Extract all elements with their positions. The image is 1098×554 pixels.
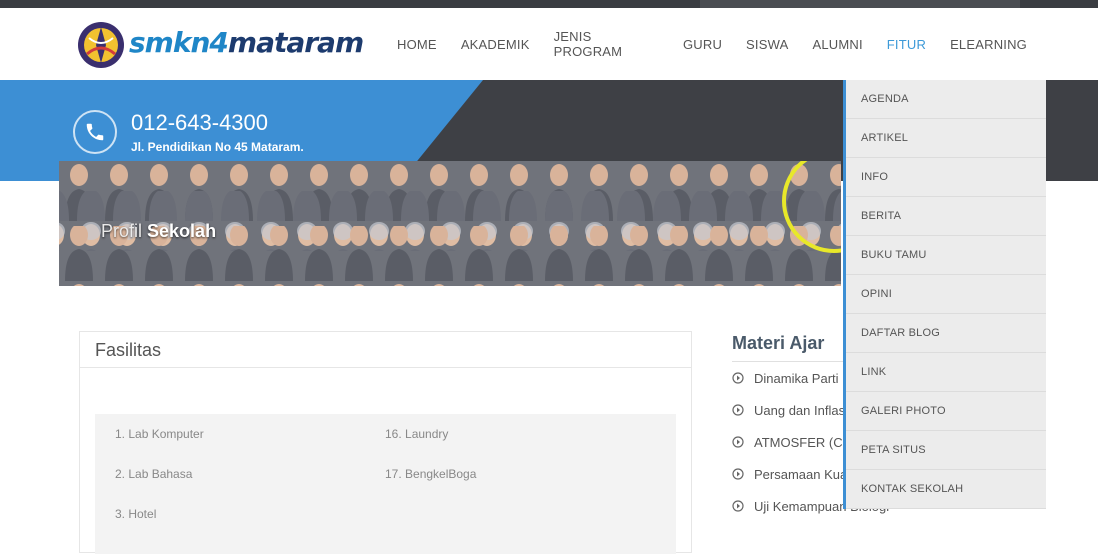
phone-number: 012-643-4300: [131, 110, 269, 135]
materi-link[interactable]: Uang dan Inflas: [732, 403, 845, 418]
logo-emblem-icon: [78, 22, 124, 68]
play-circle-icon: [732, 468, 744, 480]
nav-home[interactable]: HOME: [397, 37, 437, 52]
site-header: smkn4mataram HOME AKADEMIK JENIS PROGRAM…: [59, 8, 1039, 80]
list-item: 17. BengkelBoga: [385, 467, 477, 481]
phone-icon: [73, 110, 117, 154]
fitur-dropdown-menu: AGENDA ARTIKEL INFO BERITA BUKU TAMU OPI…: [843, 80, 1046, 509]
logo-wordmark: smkn4mataram: [129, 26, 364, 59]
menu-item-kontak-sekolah[interactable]: KONTAK SEKOLAH: [846, 470, 1046, 509]
list-item: 2. Lab Bahasa: [115, 467, 193, 481]
top-band: [0, 0, 1098, 8]
list-item: 1. Lab Komputer: [115, 427, 204, 441]
nav-siswa[interactable]: SISWA: [746, 37, 788, 52]
menu-item-info[interactable]: INFO: [846, 158, 1046, 197]
top-strip: [700, 0, 1020, 8]
menu-item-berita[interactable]: BERITA: [846, 197, 1046, 236]
materi-divider: [732, 361, 844, 362]
menu-item-agenda[interactable]: AGENDA: [846, 80, 1046, 119]
fasilitas-list: 1. Lab Komputer 2. Lab Bahasa 3. Hotel 1…: [95, 414, 676, 554]
menu-item-link[interactable]: LINK: [846, 353, 1046, 392]
materi-link[interactable]: Persamaan Kua: [732, 467, 847, 482]
play-circle-icon: [732, 372, 744, 384]
play-circle-icon: [732, 500, 744, 512]
menu-item-artikel[interactable]: ARTIKEL: [846, 119, 1046, 158]
menu-item-peta-situs[interactable]: PETA SITUS: [846, 431, 1046, 470]
school-address: Jl. Pendidikan No 45 Mataram.: [131, 140, 304, 154]
site-logo[interactable]: smkn4mataram: [77, 16, 364, 72]
list-item: 16. Laundry: [385, 427, 449, 441]
materi-link[interactable]: ATMOSFER (Cu: [732, 435, 850, 450]
fasilitas-divider: [80, 367, 691, 368]
menu-item-opini[interactable]: OPINI: [846, 275, 1046, 314]
play-circle-icon: [732, 436, 744, 448]
nav-fitur[interactable]: FITUR: [887, 37, 926, 52]
nav-elearning[interactable]: ELEARNING: [950, 37, 1027, 52]
nav-alumni[interactable]: ALUMNI: [812, 37, 862, 52]
menu-item-daftar-blog[interactable]: DAFTAR BLOG: [846, 314, 1046, 353]
menu-item-buku-tamu[interactable]: BUKU TAMU: [846, 236, 1046, 275]
play-circle-icon: [732, 404, 744, 416]
nav-jenis-program[interactable]: JENIS PROGRAM: [554, 29, 659, 59]
fasilitas-title: Fasilitas: [95, 340, 162, 360]
fasilitas-panel: Fasilitas 1. Lab Komputer 2. Lab Bahasa …: [79, 331, 692, 554]
materi-link[interactable]: Dinamika Parti: [732, 371, 839, 386]
list-item: 3. Hotel: [115, 507, 157, 521]
profile-banner: Profil Sekolah: [59, 161, 841, 286]
main-nav: HOME AKADEMIK JENIS PROGRAM GURU SISWA A…: [385, 8, 1039, 80]
materi-title: Materi Ajar: [732, 333, 825, 353]
banner-title: Profil Sekolah: [101, 221, 217, 241]
nav-guru[interactable]: GURU: [683, 37, 722, 52]
menu-item-galeri-photo[interactable]: GALERI PHOTO: [846, 392, 1046, 431]
nav-akademik[interactable]: AKADEMIK: [461, 37, 530, 52]
